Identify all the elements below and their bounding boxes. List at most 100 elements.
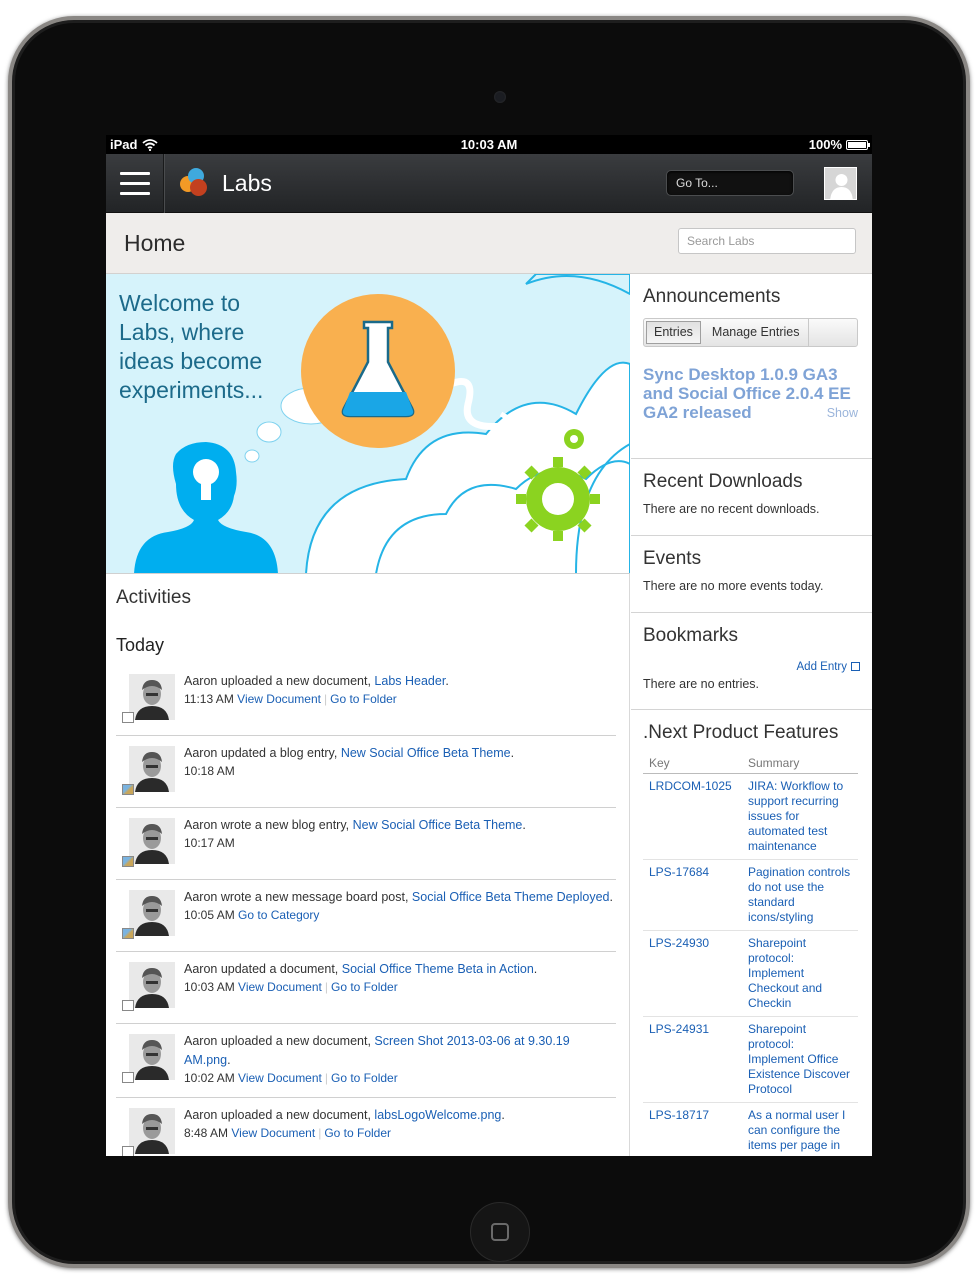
search-input[interactable]: Search Labs bbox=[678, 228, 856, 254]
avatar[interactable] bbox=[129, 746, 175, 792]
feature-key-link[interactable]: LRDCOM-1025 bbox=[643, 773, 742, 860]
column-header-key: Key bbox=[643, 756, 742, 774]
feature-summary-link[interactable]: Sharepoint protocol: Implement Checkout … bbox=[742, 930, 858, 1017]
activity-action-link[interactable]: Go to Category bbox=[238, 908, 319, 922]
activity-text: Aaron wrote a new message board post, So… bbox=[184, 888, 616, 907]
announcements-title: Announcements bbox=[643, 286, 781, 307]
avatar[interactable] bbox=[129, 1034, 175, 1080]
activity-action-link[interactable]: View Document bbox=[237, 692, 321, 706]
activity-suffix: . bbox=[522, 818, 526, 832]
activity-suffix: . bbox=[445, 674, 449, 688]
feature-key-link[interactable]: LPS-24931 bbox=[643, 1016, 742, 1103]
page-header: Home Search Labs bbox=[106, 213, 872, 274]
show-link[interactable]: Show bbox=[827, 406, 858, 420]
avatar[interactable] bbox=[129, 818, 175, 864]
activity-suffix: . bbox=[227, 1053, 231, 1067]
events-message: There are no more events today. bbox=[643, 579, 824, 593]
site-title[interactable]: Labs bbox=[222, 170, 272, 197]
activity-meta: 10:18 AM bbox=[184, 763, 616, 780]
activity-action-link[interactable]: Go to Folder bbox=[330, 692, 397, 706]
banner-welcome-text: Welcome to Labs, where ideas become expe… bbox=[119, 290, 264, 403]
activity-item: Aaron wrote a new message board post, So… bbox=[116, 880, 616, 952]
activity-link[interactable]: New Social Office Beta Theme bbox=[341, 746, 511, 760]
activity-time: 10:05 AM bbox=[184, 908, 235, 922]
activity-description: Aaron wrote a new message board post, bbox=[184, 890, 412, 904]
bookmarks-message: There are no entries. bbox=[643, 677, 760, 691]
goto-input[interactable]: Go To... bbox=[666, 170, 794, 196]
feature-key-link[interactable]: LPS-17684 bbox=[643, 859, 742, 931]
avatar[interactable] bbox=[129, 674, 175, 720]
activity-item: Aaron uploaded a new document, labsLogoW… bbox=[116, 1098, 616, 1156]
activity-meta: 8:48 AM View Document | Go to Folder bbox=[184, 1126, 392, 1140]
activity-link[interactable]: Labs Header bbox=[374, 674, 445, 688]
left-column: Welcome to Labs, where ideas become expe… bbox=[106, 274, 630, 1156]
activity-text: Aaron updated a blog entry, New Social O… bbox=[184, 744, 616, 763]
activity-action-link[interactable]: View Document bbox=[238, 1071, 322, 1085]
recent-downloads-portlet: Recent Downloads There are no recent dow… bbox=[631, 459, 872, 536]
tab-manage-entries[interactable]: Manage Entries bbox=[703, 319, 810, 346]
main-content: Welcome to Labs, where ideas become expe… bbox=[106, 274, 872, 1156]
activity-link[interactable]: Social Office Theme Beta in Action bbox=[342, 962, 534, 976]
activity-description: Aaron updated a blog entry, bbox=[184, 746, 341, 760]
bookmarks-title: Bookmarks bbox=[643, 625, 739, 646]
activity-action-link[interactable]: Go to Folder bbox=[324, 1126, 391, 1140]
feature-summary-link[interactable]: JIRA: Workflow to support recurring issu… bbox=[742, 773, 858, 860]
feature-summary-link[interactable]: As a normal user I can configure the ite… bbox=[742, 1102, 858, 1156]
activity-meta: 11:13 AM View Document | Go to Folder bbox=[184, 692, 397, 706]
feature-summary-link[interactable]: Sharepoint protocol: Implement Office Ex… bbox=[742, 1016, 858, 1103]
avatar[interactable] bbox=[129, 962, 175, 1008]
activity-description: Aaron wrote a new blog entry, bbox=[184, 818, 353, 832]
welcome-banner: Welcome to Labs, where ideas become expe… bbox=[106, 274, 630, 574]
today-label: Today bbox=[116, 635, 165, 655]
user-silhouette-icon bbox=[825, 168, 856, 199]
activity-text: Aaron wrote a new blog entry, New Social… bbox=[184, 816, 616, 835]
activity-text: Aaron updated a document, Social Office … bbox=[184, 960, 616, 979]
events-title: Events bbox=[643, 548, 702, 569]
feature-summary-link[interactable]: Pagination controls do not use the stand… bbox=[742, 859, 858, 931]
home-button[interactable] bbox=[470, 1202, 530, 1262]
menu-button[interactable] bbox=[106, 153, 164, 213]
image-type-icon bbox=[122, 928, 134, 939]
activity-meta: 10:02 AM View Document | Go to Folder bbox=[184, 1071, 398, 1085]
activity-text: Aaron uploaded a new document, labsLogoW… bbox=[184, 1106, 616, 1125]
document-type-icon bbox=[122, 712, 134, 723]
activity-action-link[interactable]: Go to Folder bbox=[331, 980, 398, 994]
table-row: LPS-17684 Pagination controls do not use … bbox=[643, 859, 858, 931]
page-title: Home bbox=[124, 230, 186, 256]
activity-action-link[interactable]: View Document bbox=[238, 980, 322, 994]
activity-item: Aaron wrote a new blog entry, New Social… bbox=[116, 808, 616, 880]
add-entry-link[interactable]: Add Entry bbox=[643, 661, 860, 673]
activity-link[interactable]: labsLogoWelcome.png bbox=[374, 1108, 501, 1122]
events-portlet: Events There are no more events today. bbox=[631, 536, 872, 613]
activity-time: 8:48 AM bbox=[184, 1126, 229, 1140]
feature-key-link[interactable]: LPS-24930 bbox=[643, 930, 742, 1017]
activity-suffix: . bbox=[510, 746, 515, 760]
activity-item: Aaron uploaded a new document, Labs Head… bbox=[116, 664, 616, 736]
feature-key-link[interactable]: LPS-18717 bbox=[643, 1102, 742, 1156]
image-type-icon bbox=[122, 784, 134, 795]
tab-entries[interactable]: Entries bbox=[646, 321, 701, 344]
table-row: LPS-18717 As a normal user I can configur… bbox=[643, 1102, 858, 1156]
announcement-entry-title[interactable]: Sync Desktop 1.0.9 GA3 and Social Office… bbox=[643, 365, 853, 422]
activity-action-link[interactable]: Go to Folder bbox=[331, 1071, 398, 1085]
screen: iPad 10:03 AM 100% Labs Go To... Home Se… bbox=[106, 135, 872, 1156]
document-type-icon bbox=[122, 1072, 134, 1083]
features-title: .Next Product Features bbox=[643, 722, 839, 743]
battery-percent: 100% bbox=[808, 137, 842, 152]
activity-text: Aaron uploaded a new document, Labs Head… bbox=[184, 672, 616, 691]
activity-action-link[interactable]: View Document bbox=[231, 1126, 315, 1140]
activity-suffix: . bbox=[533, 962, 538, 976]
add-icon bbox=[851, 662, 860, 671]
avatar[interactable] bbox=[129, 890, 175, 936]
activity-item: Aaron updated a blog entry, New Social O… bbox=[116, 736, 616, 808]
activity-link[interactable]: Social Office Beta Theme Deployed bbox=[412, 890, 610, 904]
activity-time: 10:17 AM bbox=[184, 836, 235, 850]
table-row: LPS-24931 Sharepoint protocol: Implement … bbox=[643, 1016, 858, 1103]
activity-meta: 10:03 AM View Document | Go to Folder bbox=[184, 980, 398, 994]
clock: 10:03 AM bbox=[460, 137, 518, 152]
right-column: Announcements Entries Manage Entries Syn… bbox=[631, 274, 872, 1156]
user-avatar[interactable] bbox=[824, 167, 857, 200]
activity-link[interactable]: New Social Office Beta Theme bbox=[353, 818, 523, 832]
activity-text: Aaron uploaded a new document, Screen Sh… bbox=[184, 1032, 616, 1070]
avatar[interactable] bbox=[129, 1108, 175, 1154]
